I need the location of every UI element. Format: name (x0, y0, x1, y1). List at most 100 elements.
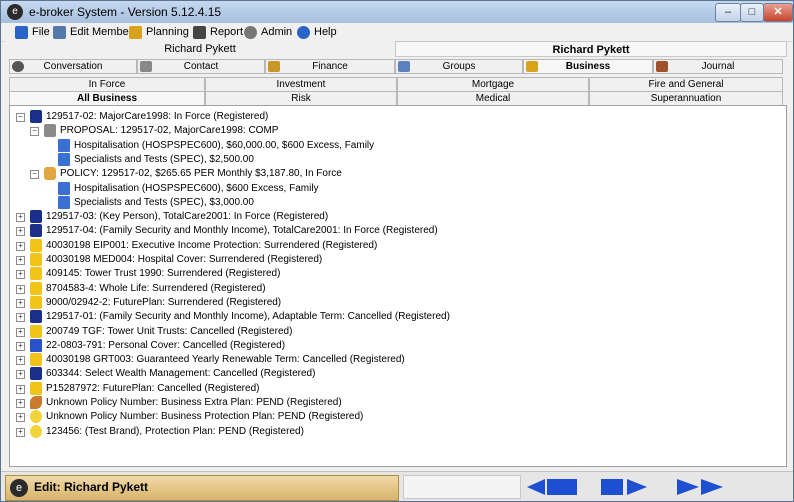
tab-contact-label: Contact (183, 61, 219, 72)
subtab-fire-and-general-label: Fire and General (648, 79, 724, 90)
tree-row[interactable]: +123456: (Test Brand), Protection Plan: … (10, 424, 780, 439)
expand-icon[interactable]: + (16, 313, 25, 323)
subtab-risk[interactable]: Risk (205, 91, 397, 106)
tab-journal[interactable]: Journal (653, 59, 783, 74)
close-button[interactable]: ✕ (763, 3, 793, 22)
tree-row[interactable]: + P15287972: FuturePlan: Cancelled (Regis… (10, 381, 780, 396)
menu-file[interactable]: File (15, 24, 50, 40)
minimize-button[interactable]: – (715, 3, 741, 22)
nav-next-button[interactable] (601, 479, 653, 495)
tree-row[interactable]: +129517-01: (Family Security and Monthly… (10, 310, 780, 324)
tree-row[interactable]: + Unknown Policy Number: Business Protect… (10, 410, 780, 424)
collapse-icon[interactable]: − (16, 113, 25, 122)
collapse-icon[interactable]: − (30, 170, 39, 180)
tree-row-label: 40030198 GRT003: Guaranteed Yearly Renew… (46, 354, 405, 366)
expand-icon[interactable]: + (16, 327, 25, 337)
tab-conversation[interactable]: Conversation (9, 59, 137, 74)
policy-blue-icon (30, 210, 42, 224)
arrow-left-icon (527, 479, 545, 495)
expand-icon[interactable]: + (16, 399, 25, 408)
expand-icon[interactable]: + (16, 341, 25, 351)
subtab-superannuation[interactable]: Superannuation (589, 91, 783, 106)
file-icon (15, 25, 28, 39)
subtab-medical-label: Medical (475, 93, 511, 104)
menu-file-label: File (32, 26, 50, 38)
expand-icon[interactable]: + (16, 384, 25, 394)
tree-row[interactable]: +409145: Tower Trust 1990: Surrendered (… (10, 267, 780, 281)
tree-row[interactable]: − 129517-02: MajorCare1998: In Force (Reg… (10, 110, 780, 124)
expand-icon[interactable]: + (16, 213, 25, 223)
policy-circle-icon (30, 424, 42, 438)
policy-swoosh-icon (30, 396, 42, 409)
menu-planning[interactable]: Planning (129, 24, 189, 40)
policy-yellow-icon (30, 253, 42, 266)
tree-row-label: 200749 TGF: Tower Unit Trusts: Cancelled… (46, 325, 293, 337)
menu-help[interactable]: Help (297, 24, 337, 40)
app-logo-icon: e (10, 479, 28, 497)
menu-report[interactable]: Report (193, 24, 243, 40)
nav-first-button[interactable] (527, 479, 581, 495)
expand-icon[interactable]: + (16, 298, 25, 308)
planning-icon (129, 25, 142, 39)
tree-row[interactable]: Specialists and Tests (SPEC), $2,500.00 (10, 152, 780, 167)
subtab-all-business[interactable]: All Business (9, 91, 205, 106)
tree-row-label: Specialists and Tests (SPEC), $3,000.00 (74, 196, 254, 208)
subtab-in-force[interactable]: In Force (9, 77, 205, 92)
tab-contact[interactable]: Contact (137, 59, 265, 74)
tree-row[interactable]: +603344: Select Wealth Management: Cance… (10, 367, 780, 381)
expand-icon[interactable]: + (16, 427, 25, 437)
expand-icon[interactable]: + (16, 284, 25, 294)
menu-admin-label: Admin (261, 26, 293, 38)
expand-icon[interactable]: + (16, 270, 25, 280)
tree-row[interactable]: +200749 TGF: Tower Unit Trusts: Cancelle… (10, 324, 780, 339)
gear-icon (244, 25, 257, 39)
tree-row[interactable]: +129517-04: (Family Security and Monthly… (10, 224, 780, 238)
tree-row[interactable]: − PROPOSAL: 129517-02, MajorCare1998: COM… (10, 124, 780, 138)
tree-row[interactable]: +40030198 GRT003: Guaranteed Yearly Rene… (10, 353, 780, 367)
help-icon (297, 25, 310, 39)
expand-icon[interactable]: + (16, 241, 25, 251)
tree-row[interactable]: Specialists and Tests (SPEC), $3,000.00 (10, 195, 780, 210)
status-field (403, 475, 521, 499)
subtab-mortgage[interactable]: Mortgage (397, 77, 589, 92)
tree-row[interactable]: +40030198 MED004: Hospital Cover: Surren… (10, 253, 780, 267)
tree-row[interactable]: Hospitalisation (HOSPSPEC600), $600 Exce… (10, 181, 780, 196)
tab-finance[interactable]: Finance (265, 59, 395, 74)
tree-row[interactable]: Hospitalisation (HOSPSPEC600), $60,000.0… (10, 138, 780, 153)
nav-last-button[interactable] (677, 479, 729, 495)
menu-edit-member[interactable]: Edit Member (53, 24, 132, 40)
tab-business[interactable]: Business (523, 59, 653, 74)
tree-row[interactable]: +129517-03: (Key Person), TotalCare2001:… (10, 210, 780, 224)
subtab-superannuation-label: Superannuation (650, 93, 722, 104)
expand-icon[interactable]: + (16, 256, 25, 265)
subtab-medical[interactable]: Medical (397, 91, 589, 106)
tree-row[interactable]: +8704583-4: Whole Life: Surrendered (Reg… (10, 281, 780, 296)
business-tree[interactable]: −129517-02: MajorCare1998: In Force (Reg… (9, 105, 787, 467)
policy-yellow-icon (30, 238, 42, 252)
tree-row-label: P15287972: FuturePlan: Cancelled (Regist… (46, 382, 260, 394)
member-header-right: Richard Pykett (395, 41, 787, 57)
maximize-button[interactable]: □ (740, 3, 764, 22)
tree-row[interactable]: + Unknown Policy Number: Business Extra P… (10, 396, 780, 410)
tree-row[interactable]: +22-0803-791: Personal Cover: Cancelled … (10, 338, 780, 353)
tree-row[interactable]: − POLICY: 129517-02, $265.65 PER Monthly … (10, 167, 780, 181)
subtab-fire-and-general[interactable]: Fire and General (589, 77, 783, 92)
menu-admin[interactable]: Admin (244, 24, 292, 40)
menu-bar: File Edit Member Planning Report Admin H… (1, 23, 793, 42)
collapse-icon[interactable]: − (30, 127, 39, 137)
tree-row-label: 409145: Tower Trust 1990: Surrendered (R… (46, 268, 281, 280)
policy-card-icon (30, 338, 42, 352)
subtab-investment[interactable]: Investment (205, 77, 397, 92)
tree-row-label: 603344: Select Wealth Management: Cancel… (46, 368, 316, 380)
policy-circle-icon (30, 410, 42, 424)
tab-business-label: Business (565, 61, 611, 72)
expand-icon[interactable]: + (16, 356, 25, 366)
arrow-right-icon (701, 479, 723, 495)
tree-row-label: POLICY: 129517-02, $265.65 PER Monthly $… (60, 168, 342, 180)
expand-icon[interactable]: + (16, 413, 25, 423)
tree-row[interactable]: +40030198 EIP001: Executive Income Prote… (10, 238, 780, 253)
expand-icon[interactable]: + (16, 227, 25, 237)
tree-row[interactable]: +9000/02942-2: FuturePlan: Surrendered (… (10, 295, 780, 310)
expand-icon[interactable]: + (16, 370, 25, 380)
tab-groups[interactable]: Groups (395, 59, 523, 74)
